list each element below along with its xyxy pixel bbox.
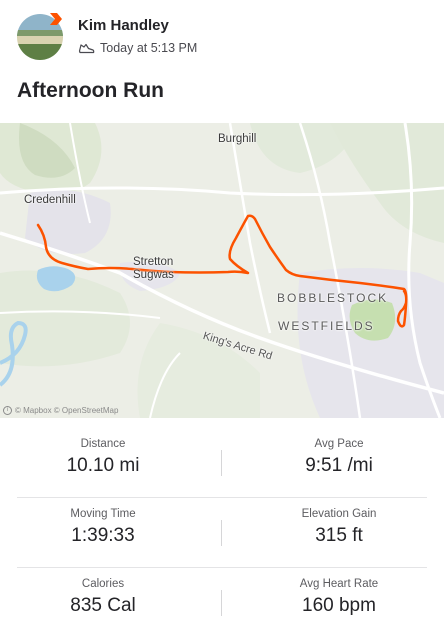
stat-value: 160 bpm (302, 595, 376, 616)
stats-row: Moving Time 1:39:33 Elevation Gain 315 f… (0, 498, 444, 568)
stat-calories: Calories 835 Cal (0, 568, 206, 617)
activity-timestamp: Today at 5:13 PM (100, 41, 198, 55)
subscriber-badge-icon (50, 13, 62, 25)
stat-value: 1:39:33 (71, 525, 135, 546)
stat-elevation-gain: Elevation Gain 315 ft (236, 498, 442, 547)
map-attribution-text: © Mapbox © OpenStreetMap (15, 406, 119, 415)
map-label-bobblestock: BOBBLESTOCK (277, 291, 389, 305)
stat-label: Distance (80, 438, 126, 450)
divider (221, 450, 222, 476)
shoe-icon (78, 43, 95, 53)
map-label-stretton: Stretton (133, 256, 174, 268)
stat-label: Calories (81, 578, 125, 590)
map-label-sugwas: Sugwas (133, 269, 174, 281)
divider (221, 590, 222, 616)
stat-label: Elevation Gain (301, 508, 377, 520)
stat-avg-heart-rate: Avg Heart Rate 160 bpm (236, 568, 442, 617)
route-map[interactable]: Burghill Credenhill Stretton Sugwas BOBB… (0, 123, 444, 418)
stat-value: 315 ft (315, 525, 363, 546)
stat-label: Moving Time (70, 508, 136, 520)
stats-grid: Distance 10.10 mi Avg Pace 9:51 /mi Movi… (0, 428, 444, 638)
stat-label: Avg Heart Rate (299, 578, 379, 590)
map-label-credenhill: Credenhill (24, 194, 76, 206)
stat-label: Avg Pace (314, 438, 364, 450)
stat-distance: Distance 10.10 mi (0, 428, 206, 477)
stat-value: 835 Cal (70, 595, 136, 616)
stat-moving-time: Moving Time 1:39:33 (0, 498, 206, 547)
stats-row: Distance 10.10 mi Avg Pace 9:51 /mi (0, 428, 444, 498)
map-label-burghill: Burghill (218, 133, 257, 145)
activity-title[interactable]: Afternoon Run (17, 79, 164, 103)
stats-row: Calories 835 Cal Avg Heart Rate 160 bpm (0, 568, 444, 638)
stat-avg-pace: Avg Pace 9:51 /mi (236, 428, 442, 477)
activity-header: Kim Handley Today at 5:13 PM (0, 0, 444, 72)
map-label-westfields: WESTFIELDS (278, 319, 375, 333)
athlete-name[interactable]: Kim Handley (78, 17, 169, 34)
info-icon[interactable]: i (3, 406, 12, 415)
stat-value: 10.10 mi (66, 455, 140, 476)
stat-value: 9:51 /mi (305, 455, 373, 476)
map-canvas (0, 123, 444, 418)
activity-meta: Today at 5:13 PM (78, 40, 197, 56)
divider (221, 520, 222, 546)
map-attribution[interactable]: i © Mapbox © OpenStreetMap (3, 406, 118, 415)
